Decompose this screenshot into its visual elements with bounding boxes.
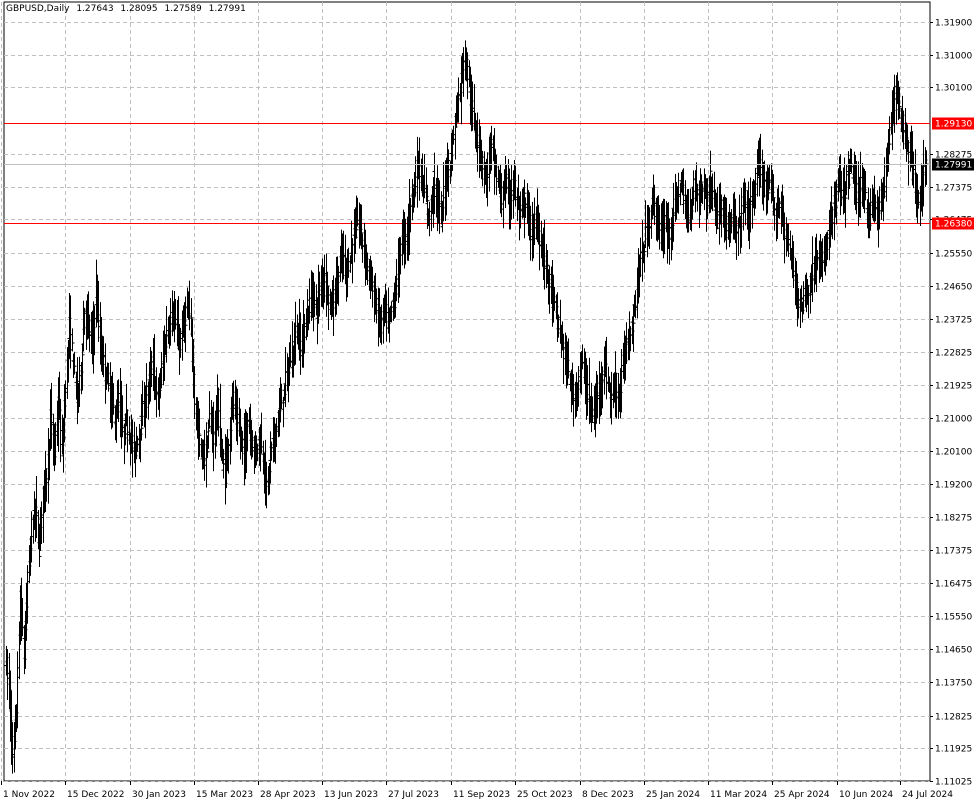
x-tick-label: 24 Jul 2024 [902,790,953,800]
high-value: 1.28095 [120,4,158,14]
x-tick-label: 1 Nov 2022 [3,790,55,800]
y-tick-label: 1.27375 [935,184,972,194]
open-value: 1.27643 [76,4,114,14]
y-tick-label: 1.23725 [935,316,972,326]
x-tick-label: 25 Oct 2023 [517,790,573,800]
y-tick-label: 1.15550 [935,613,972,623]
y-tick-label: 1.21925 [935,382,972,392]
y-tick-label: 1.24650 [935,283,972,293]
x-tick-label: 13 Jun 2023 [324,790,378,800]
x-tick-label: 27 Jul 2023 [388,790,439,800]
y-tick-label: 1.21000 [935,415,972,425]
y-tick-label: 1.22825 [935,349,972,359]
y-tick-label: 1.13750 [935,679,972,689]
x-tick-label: 25 Apr 2024 [774,790,830,800]
x-tick-label: 11 Sep 2023 [453,790,510,800]
y-tick-label: 1.11925 [935,745,972,755]
price-chart-svg: 1.319001.310001.301001.282751.273751.264… [1,1,974,800]
x-tick-label: 15 Dec 2022 [67,790,125,800]
x-tick-label: 15 Mar 2023 [196,790,253,800]
low-value: 1.27589 [164,4,202,14]
y-tick-label: 1.16475 [935,580,972,590]
level-label: 1.29130 [935,120,972,130]
y-tick-label: 1.19200 [935,481,972,491]
close-value: 1.27991 [208,4,246,14]
x-tick-label: 10 Jun 2024 [839,790,893,800]
y-tick-label: 1.25550 [935,250,972,260]
x-tick-label: 30 Jan 2023 [132,790,186,800]
y-tick-label: 1.31900 [935,19,972,29]
x-tick-label: 28 Apr 2023 [260,790,316,800]
x-tick-label: 8 Dec 2023 [582,790,634,800]
y-tick-label: 1.17375 [935,547,972,557]
y-tick-label: 1.30100 [935,84,972,94]
symbol-header: GBPUSD,Daily 1.27643 1.28095 1.27589 1.2… [6,4,250,14]
level-label: 1.26380 [935,220,972,230]
symbol-name: GBPUSD,Daily [6,4,70,14]
x-tick-label: 25 Jan 2024 [646,790,700,800]
x-tick-label: 11 Mar 2024 [710,790,767,800]
y-tick-label: 1.12825 [935,713,972,723]
chart: GBPUSD,Daily 1.27643 1.28095 1.27589 1.2… [0,0,978,805]
y-tick-label: 1.31000 [935,52,972,62]
y-tick-label: 1.14650 [935,646,972,656]
y-tick-label: 1.18275 [935,514,972,524]
y-tick-label: 1.20100 [935,448,972,458]
current-price-label: 1.27991 [935,161,972,171]
y-tick-label: 1.11025 [935,778,972,788]
